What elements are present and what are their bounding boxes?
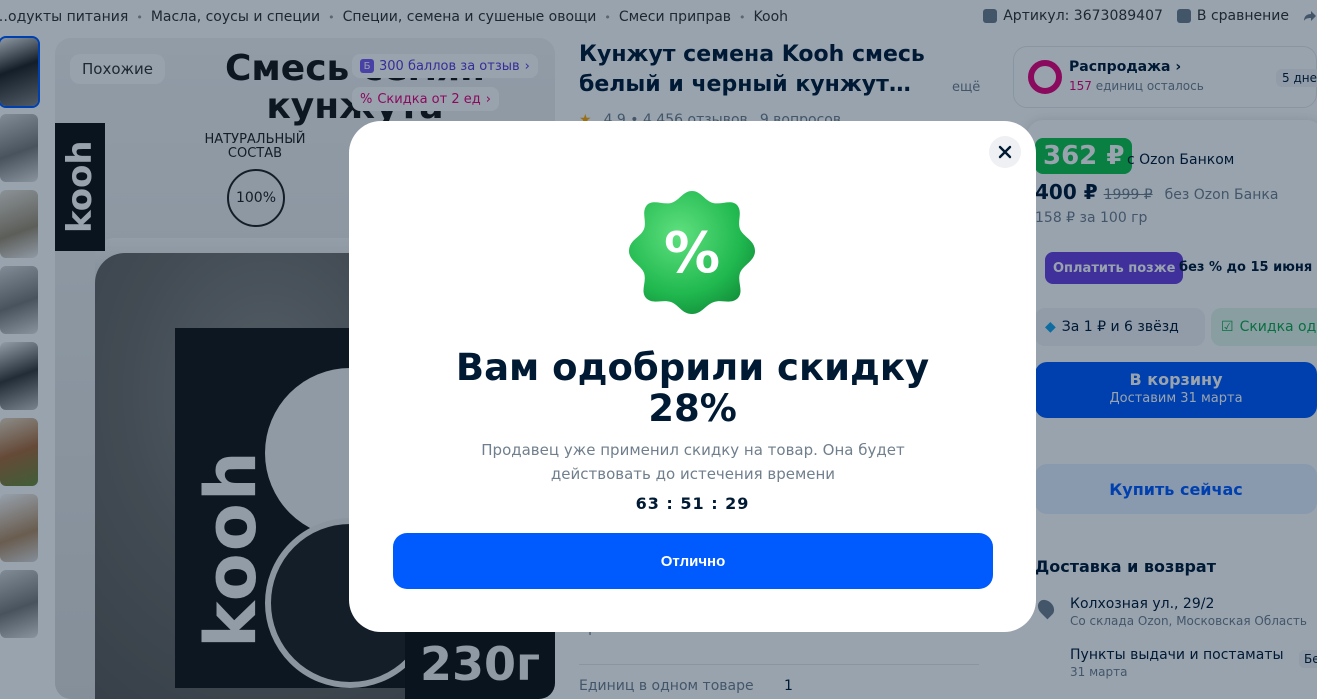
svg-text:%: % <box>664 221 720 286</box>
close-button[interactable] <box>989 136 1021 168</box>
modal-title-line2: 28% <box>648 387 737 430</box>
modal-title: Вам одобрили скидку 28% <box>349 347 1036 429</box>
percent-badge-icon: % <box>629 191 755 314</box>
countdown-timer: 63 : 51 : 29 <box>635 494 750 513</box>
modal-description: Продавец уже применил скидку на товар. О… <box>481 441 905 483</box>
discount-modal: % Вам одобрили скидку 28% Продавец уже п… <box>349 121 1036 632</box>
modal-title-line1: Вам одобрили скидку <box>455 346 930 389</box>
close-icon <box>998 145 1012 159</box>
ok-button[interactable]: Отлично <box>393 533 993 589</box>
